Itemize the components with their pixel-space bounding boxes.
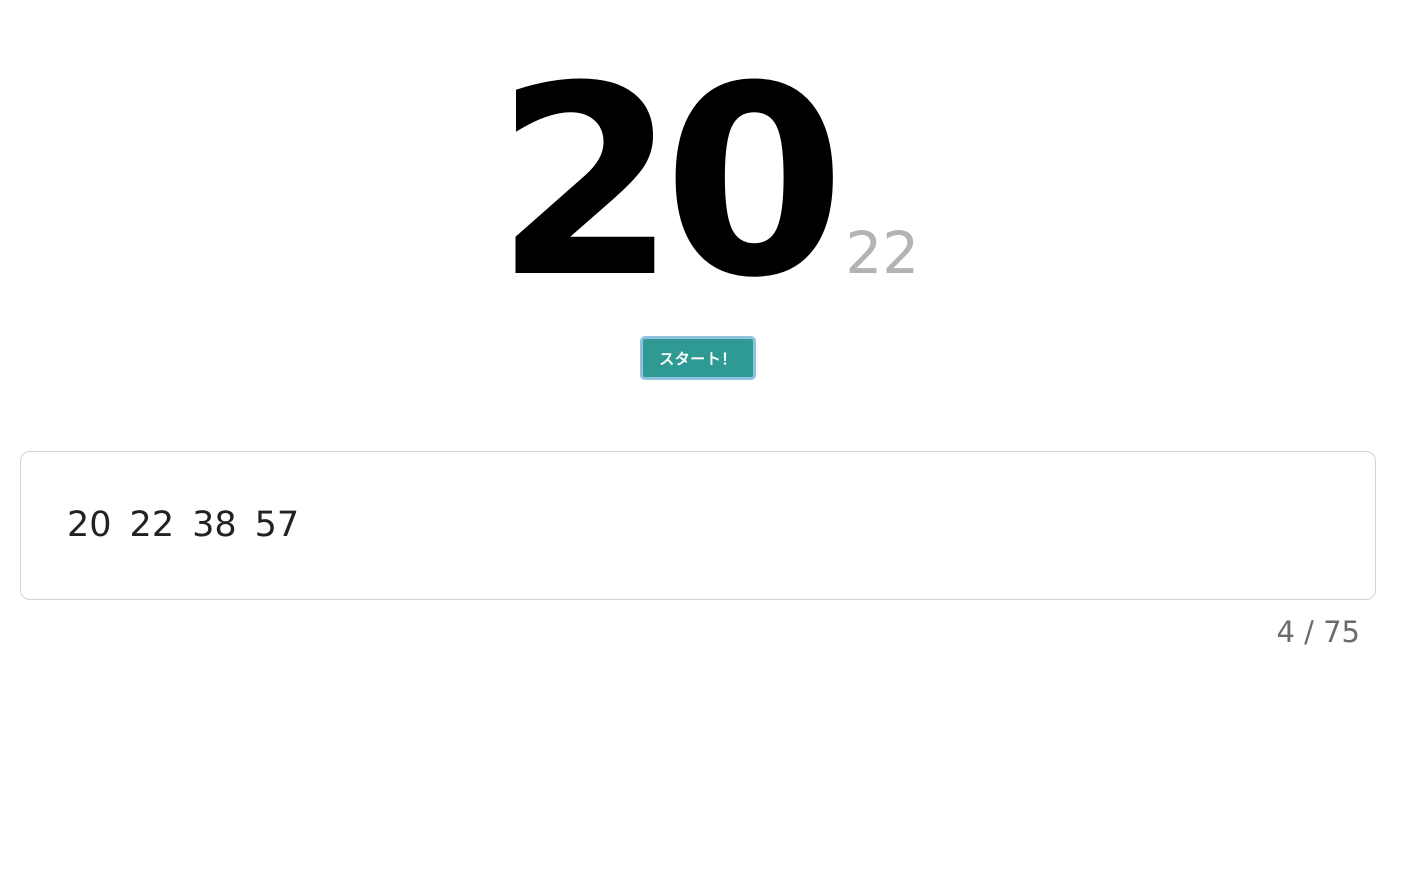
draw-counter: 4 / 75 xyxy=(1276,615,1360,649)
current-number: 20 xyxy=(494,30,846,335)
previous-number: 22 xyxy=(845,219,920,287)
drawn-number: 22 xyxy=(129,505,175,545)
start-button[interactable]: スタート！ xyxy=(640,336,756,380)
bingo-page: 20 22 スタート！ 20 22 38 57 4 / 75 xyxy=(0,0,1414,880)
drawn-number: 20 xyxy=(67,505,112,545)
drawn-number: 57 xyxy=(254,505,300,545)
drawn-number: 38 xyxy=(192,505,237,545)
drawn-numbers-list: 20 22 38 57 xyxy=(67,508,299,543)
drawn-numbers-panel: 20 22 38 57 xyxy=(20,451,1376,600)
number-display: 20 22 xyxy=(0,52,1414,314)
